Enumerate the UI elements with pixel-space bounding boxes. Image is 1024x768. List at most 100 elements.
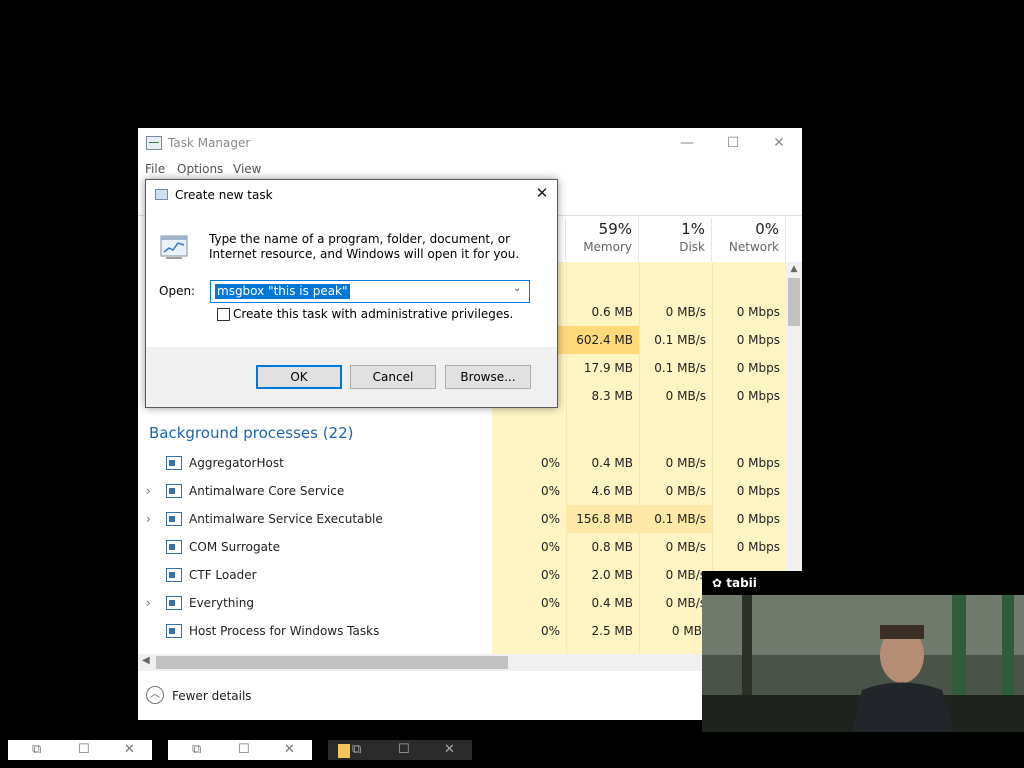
- close-icon[interactable]: ✕: [532, 184, 552, 204]
- table-row[interactable]: › Antimalware Service Executable 0% 156.8 M…: [138, 505, 786, 533]
- process-disk: 0 MB/s: [665, 456, 706, 470]
- app-row-2-disk: 0.1 MB/s: [654, 333, 706, 347]
- folder-icon: [338, 744, 350, 758]
- title-bar[interactable]: Task Manager — ☐ ✕: [138, 128, 802, 160]
- process-name: COM Surrogate: [189, 540, 281, 554]
- admin-checkbox-label[interactable]: Create this task with administrative pri…: [233, 307, 513, 321]
- menu-file[interactable]: File: [145, 162, 165, 176]
- process-name: Everything: [189, 596, 254, 610]
- chevron-right-icon[interactable]: ›: [146, 589, 151, 617]
- table-row[interactable]: Host Process for Windows Tasks 0% 2.5 MB 0 …: [138, 617, 786, 645]
- process-name: CTF Loader: [189, 568, 257, 582]
- app-row-4-memory: 8.3 MB: [591, 389, 633, 403]
- scroll-up-icon[interactable]: ▲: [788, 264, 800, 276]
- table-row[interactable]: CTF Loader 0% 2.0 MB 0 MB/s: [138, 561, 786, 589]
- run-icon: [158, 230, 190, 262]
- restore-icon[interactable]: ⧉: [352, 742, 361, 757]
- app-row-1-network: 0 Mbps: [736, 305, 780, 319]
- table-row[interactable]: › Antimalware Core Service 0% 4.6 MB 0 MB/s 0…: [138, 477, 786, 505]
- menu-options[interactable]: Options: [177, 162, 223, 176]
- process-icon: [166, 596, 182, 610]
- chevron-up-icon[interactable]: ︿: [146, 686, 164, 704]
- app-row-2-network: 0 Mbps: [736, 333, 780, 347]
- process-icon: [166, 540, 182, 554]
- process-disk: 0 MB/s: [665, 540, 706, 554]
- process-disk: 0.1 MB/s: [639, 505, 712, 533]
- column-header-disk[interactable]: 1% Disk: [639, 218, 712, 262]
- close-icon[interactable]: ✕: [124, 742, 135, 757]
- process-memory: 4.6 MB: [591, 484, 633, 498]
- process-memory: 0.4 MB: [591, 596, 633, 610]
- admin-checkbox[interactable]: [217, 308, 230, 321]
- fewer-details-link[interactable]: Fewer details: [172, 689, 252, 703]
- vertical-scroll-thumb[interactable]: [788, 278, 800, 326]
- cancel-button[interactable]: Cancel: [350, 365, 436, 389]
- process-cpu: 0%: [540, 540, 560, 554]
- minimized-window-1[interactable]: ⧉ ☐ ✕: [8, 740, 152, 760]
- menu-view[interactable]: View: [233, 162, 261, 176]
- create-new-task-dialog: Create new task ✕ Type the name of a pro…: [145, 179, 558, 408]
- column-header-network[interactable]: 0% Network: [712, 218, 786, 262]
- app-row-1-memory: 0.6 MB: [591, 305, 633, 319]
- app-row-3-disk: 0.1 MB/s: [654, 361, 706, 375]
- process-network: 0 Mbps: [736, 512, 780, 526]
- horizontal-scroll-thumb[interactable]: [156, 656, 508, 669]
- restore-icon[interactable]: ⧉: [192, 742, 201, 757]
- close-icon[interactable]: ✕: [756, 128, 802, 158]
- process-cpu: 0%: [540, 568, 560, 582]
- open-combobox[interactable]: msgbox "this is peak" ⌄: [210, 280, 530, 303]
- process-memory: 156.8 MB: [566, 505, 639, 533]
- process-network: 0 Mbps: [736, 484, 780, 498]
- open-input[interactable]: msgbox "this is peak": [215, 284, 350, 299]
- restore-icon[interactable]: ⧉: [32, 742, 41, 757]
- run-dialog-icon: [155, 189, 168, 200]
- process-network: 0 Mbps: [736, 540, 780, 554]
- ok-button[interactable]: OK: [256, 365, 342, 389]
- dialog-title: Create new task: [175, 188, 273, 202]
- maximize-icon[interactable]: ☐: [238, 742, 250, 757]
- video-frame: [702, 595, 1024, 732]
- close-icon[interactable]: ✕: [444, 742, 455, 757]
- scroll-left-icon[interactable]: ◀: [142, 655, 150, 666]
- minimized-window-2[interactable]: ⧉ ☐ ✕: [168, 740, 312, 760]
- process-icon: [166, 484, 182, 498]
- chevron-down-icon[interactable]: ⌄: [513, 283, 521, 294]
- dialog-description: Type the name of a program, folder, docu…: [209, 232, 520, 261]
- task-manager-icon: [146, 136, 162, 150]
- maximize-icon[interactable]: ☐: [398, 742, 410, 757]
- process-icon: [166, 568, 182, 582]
- chevron-right-icon[interactable]: ›: [146, 477, 151, 505]
- app-row-1-disk: 0 MB/s: [665, 305, 706, 319]
- table-row[interactable]: › Everything 0% 0.4 MB 0 MB/s: [138, 589, 786, 617]
- process-cpu: 0%: [540, 512, 560, 526]
- minimize-icon[interactable]: —: [664, 128, 710, 158]
- process-icon: [166, 624, 182, 638]
- column-header-memory[interactable]: 59% Memory: [566, 218, 639, 262]
- open-label: Open:: [159, 284, 196, 298]
- maximize-icon[interactable]: ☐: [78, 742, 90, 757]
- process-memory: 2.0 MB: [591, 568, 633, 582]
- chevron-right-icon[interactable]: ›: [146, 505, 151, 533]
- video-overlay[interactable]: ✿ tabii: [702, 571, 1024, 732]
- maximize-icon[interactable]: ☐: [710, 128, 756, 158]
- browse-button[interactable]: Browse...: [445, 365, 531, 389]
- process-memory: 0.4 MB: [591, 456, 633, 470]
- app-row-2-memory: 602.4 MB: [576, 333, 633, 347]
- background-processes-title[interactable]: Background processes (22): [149, 424, 354, 442]
- close-icon[interactable]: ✕: [284, 742, 295, 757]
- app-row-4-disk: 0 MB/s: [665, 389, 706, 403]
- process-icon: [166, 512, 182, 526]
- process-name: Host Process for Windows Tasks: [189, 624, 380, 638]
- table-row[interactable]: AggregatorHost 0% 0.4 MB 0 MB/s 0 Mbps: [138, 449, 786, 477]
- table-row[interactable]: COM Surrogate 0% 0.8 MB 0 MB/s 0 Mbps: [138, 533, 786, 561]
- process-icon: [166, 456, 182, 470]
- tabii-logo: ✿ tabii: [712, 576, 757, 590]
- process-disk: 0 MB/s: [665, 484, 706, 498]
- window-title: Task Manager: [168, 136, 251, 150]
- app-row-3-memory: 17.9 MB: [583, 361, 633, 375]
- process-memory: 2.5 MB: [591, 624, 633, 638]
- minimized-window-3[interactable]: ⧉ ☐ ✕: [328, 740, 472, 760]
- process-name: Antimalware Core Service: [189, 484, 345, 498]
- app-row-3-network: 0 Mbps: [736, 361, 780, 375]
- process-cpu: 0%: [540, 624, 560, 638]
